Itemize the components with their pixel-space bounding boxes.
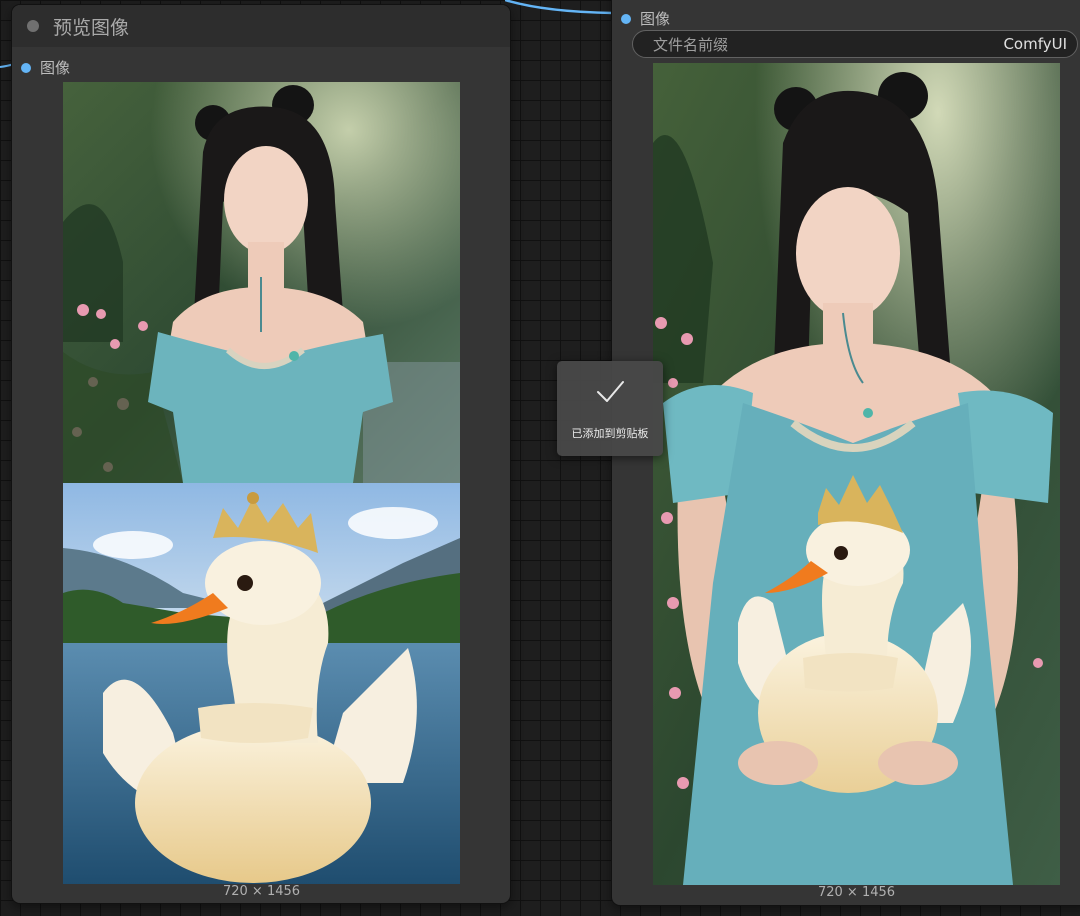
- link-wire-top: [505, 0, 614, 15]
- input-slot-dot[interactable]: [621, 13, 631, 24]
- result-image[interactable]: [653, 63, 1060, 885]
- save-image-node[interactable]: 图像 文件名前缀 ComfyUI 720 × 1456: [612, 0, 1080, 905]
- node-title-bar[interactable]: 预览图像: [12, 5, 510, 47]
- collapse-dot[interactable]: [27, 20, 39, 32]
- image-input-slot[interactable]: 图像: [21, 57, 70, 78]
- girl-portrait-image[interactable]: [63, 82, 460, 483]
- filename-prefix-label: 文件名前缀: [653, 35, 729, 54]
- filename-prefix-value[interactable]: ComfyUI: [1003, 35, 1067, 53]
- checkmark-icon: [597, 381, 624, 402]
- input-slot-dot[interactable]: [21, 62, 31, 73]
- node-canvas[interactable]: 预览图像 图像 720 × 1456 图像 文件名前缀 ComfyUI 720 …: [0, 0, 1080, 916]
- input-slot-label: 图像: [40, 59, 71, 77]
- preview-image-node[interactable]: 预览图像 图像 720 × 1456: [12, 5, 510, 903]
- input-slot-label: 图像: [640, 10, 671, 28]
- image-input-slot[interactable]: 图像: [621, 8, 670, 29]
- image-size-label: 720 × 1456: [222, 884, 301, 899]
- image-size-label: 720 × 1456: [817, 885, 896, 900]
- clipboard-toast: 已添加到剪贴板: [557, 361, 663, 456]
- preview-image-grid[interactable]: [63, 82, 460, 884]
- girl-holding-swan-image[interactable]: [653, 63, 1060, 885]
- filename-prefix-field[interactable]: 文件名前缀 ComfyUI: [632, 30, 1078, 58]
- swan-image[interactable]: [63, 483, 460, 884]
- toast-message: 已添加到剪贴板: [571, 427, 649, 440]
- node-title: 预览图像: [53, 16, 130, 39]
